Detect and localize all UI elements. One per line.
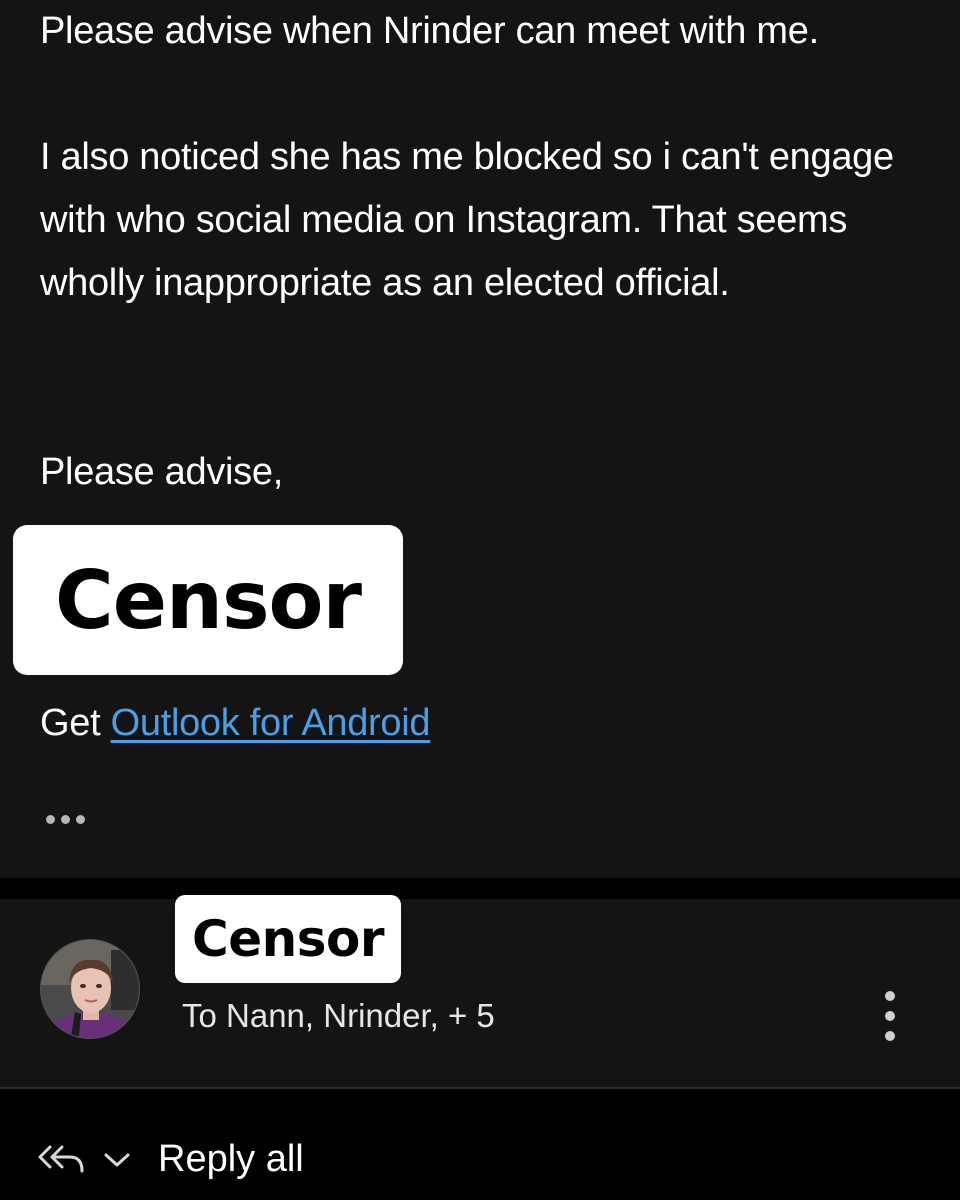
reply-all-icon[interactable] xyxy=(36,1141,86,1177)
kebab-dot xyxy=(885,1031,895,1041)
recipients-line[interactable]: To Nann, Nrinder, + 5 xyxy=(182,993,495,1039)
next-message-header[interactable]: Censor To Nann, Nrinder, + 5 xyxy=(0,895,960,1087)
outlook-promo-line: Get Outlook for Android xyxy=(40,692,431,755)
avatar[interactable] xyxy=(40,939,140,1039)
email-body: Please advise when Nrinder can meet with… xyxy=(0,0,960,878)
reply-bar: Reply all xyxy=(0,1089,960,1200)
ellipsis-dot xyxy=(61,814,70,824)
ellipsis-dot xyxy=(76,814,85,824)
kebab-dot xyxy=(885,991,895,1001)
vertical-ellipsis-icon[interactable] xyxy=(874,991,906,1041)
ellipsis-icon[interactable] xyxy=(46,806,102,832)
email-paragraph-2: I also noticed she has me blocked so i c… xyxy=(40,136,894,304)
outlook-for-android-link[interactable]: Outlook for Android xyxy=(111,702,431,744)
reply-all-button[interactable]: Reply all xyxy=(158,1135,304,1183)
kebab-dot xyxy=(885,1011,895,1021)
outlook-promo-prefix: Get xyxy=(40,702,111,744)
email-paragraph-1: Please advise when Nrinder can meet with… xyxy=(40,10,819,52)
signature-redaction-box: Censor xyxy=(13,525,403,675)
avatar-portrait xyxy=(41,940,139,1038)
message-divider xyxy=(0,878,960,899)
chevron-down-icon[interactable] xyxy=(102,1149,132,1171)
sender-redaction-box: Censor xyxy=(175,895,401,983)
email-paragraph-3: Please advise, xyxy=(40,451,283,493)
ellipsis-dot xyxy=(46,814,55,824)
